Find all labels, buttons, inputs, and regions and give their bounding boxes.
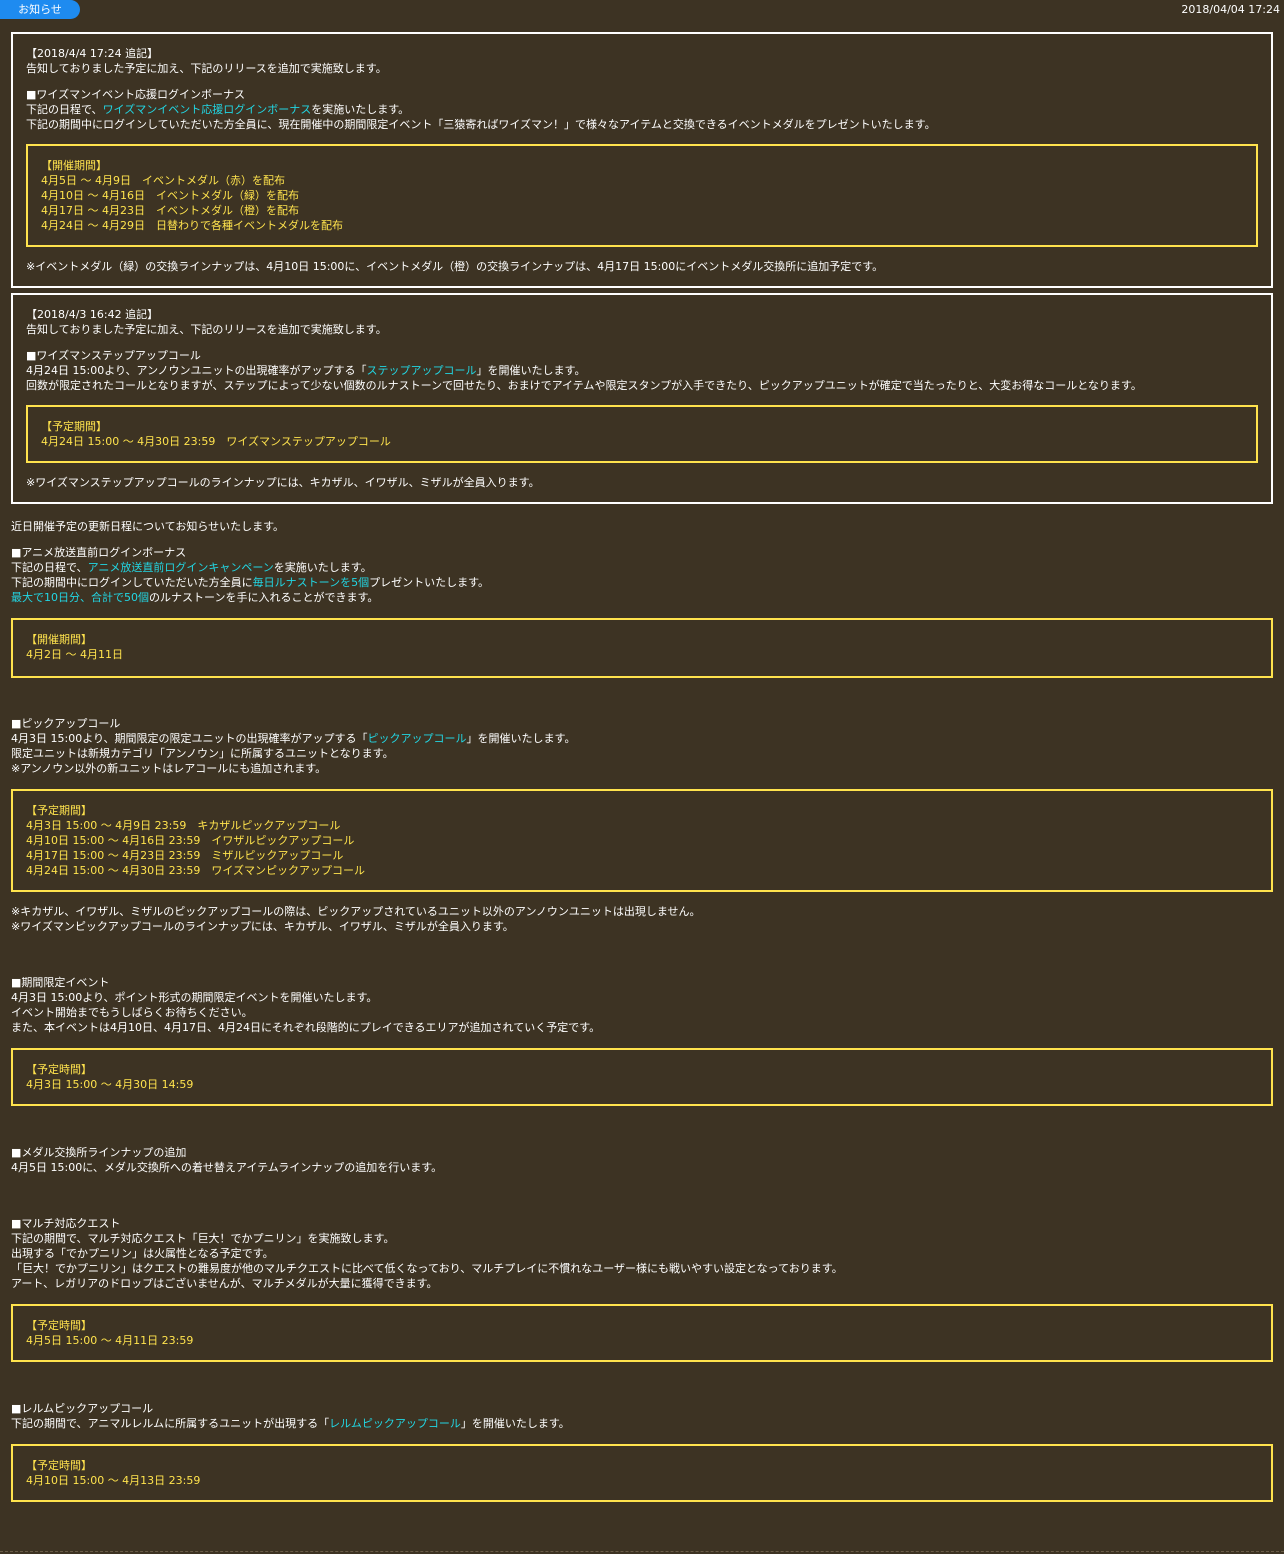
anime-login-campaign-link[interactable]: アニメ放送直前ログインキャンペーン [88,561,274,574]
section-note: ※ワイズマンピックアップコールのラインナップには、キカザル、イワザル、ミザルが全… [11,920,514,933]
update-intro: 告知しておりました予定に加え、下記のリリースを追加で実施致します。 [26,323,387,336]
bottom-divider [0,1551,1284,1552]
text-span: を実施いたします。 [311,103,410,116]
realm-pickup-call-link[interactable]: レルムピックアップコール [329,1417,461,1430]
section-line: 限定ユニットは新規カテゴリ「アンノウン」に所属するユニットとなります。 [11,747,394,760]
schedule-box: 【予定時間】 4月10日 15:00 ～ 4月13日 23:59 [11,1444,1273,1502]
section-heading: ■アニメ放送直前ログインボーナス [11,546,187,559]
section-line: 下記の期間中にログインしていただいた方全員に毎日ルナストーンを5個プレゼントいた… [11,575,1273,590]
section-line: また、本イベントは4月10日、4月17日、4月24日にそれぞれ段階的にプレイでき… [11,1021,601,1034]
notice-body: 【2018/4/4 17:24 追記】 告知しておりました予定に加え、下記のリリ… [11,32,1273,1502]
section-heading: ■レルムピックアップコール [11,1402,154,1415]
text-span: 4月3日 15:00より、期間限定の限定ユニットの出現確率がアップする「 [11,732,368,745]
section-line: 4月3日 15:00より、ポイント形式の期間限定イベントを開催いたします。 [11,991,378,1004]
schedule-line: 4月17日 ～ 4月23日 イベントメダル（橙）を配布 [41,204,299,217]
schedule-title: 【開催期間】 [41,159,107,172]
text-span: のルナストーンを手に入れることができます。 [149,591,379,604]
text-span: プレゼントいたします。 [369,576,490,589]
text-span: 下記の期間中にログインしていただいた方全員に [11,576,253,589]
wiseman-login-bonus-link[interactable]: ワイズマンイベント応援ログインボーナス [103,103,312,116]
schedule-title: 【予定期間】 [26,804,92,817]
pickup-call-link[interactable]: ピックアップコール [368,732,467,745]
update-line: 下記の日程で、ワイズマンイベント応援ログインボーナスを実施いたします。 [26,102,1258,117]
text-span: 」を開催いたします。 [476,364,586,377]
update-line: 下記の期間中にログインしていただいた方全員に、現在開催中の期間限定イベント「三猿… [26,118,936,131]
section-heading: ■期間限定イベント [11,976,110,989]
section-heading: ■ワイズマンイベント応援ログインボーナス [26,88,246,101]
section-line: 「巨大！でかプニリン」はクエストの難易度が他のマルチクエストに比べて低くなってお… [11,1262,843,1275]
post-date: 2018/04/04 17:24 [1181,3,1280,16]
schedule-box: 【予定期間】 4月3日 15:00 ～ 4月9日 23:59 キカザルピックアッ… [11,789,1273,892]
schedule-line: 4月24日 15:00 ～ 4月30日 23:59 ワイズマンピックアップコール [26,864,366,877]
section-heading: ■メダル交換所ラインナップの追加 [11,1146,187,1159]
text-span: 下記の日程で、 [26,103,103,116]
text-span: 」を開催いたします。 [466,732,576,745]
update-intro: 告知しておりました予定に加え、下記のリリースを追加で実施致します。 [26,62,387,75]
intro-text: 近日開催予定の更新日程についてお知らせいたします。 [11,520,285,533]
schedule-title: 【予定時間】 [26,1319,92,1332]
update-box-0403: 【2018/4/3 16:42 追記】 告知しておりました予定に加え、下記のリリ… [11,293,1273,504]
schedule-box: 【開催期間】 4月2日 ～ 4月11日 [11,618,1273,678]
section-line: 4月5日 15:00に、メダル交換所への着せ替えアイテムラインナップの追加を行い… [11,1161,443,1174]
schedule-title: 【予定期間】 [41,420,107,433]
top-bar: お知らせ 2018/04/04 17:24 [0,0,1284,22]
update-stamp: 【2018/4/3 16:42 追記】 [26,308,159,321]
text-span: を実施いたします。 [273,561,372,574]
schedule-box: 【開催期間】 4月5日 ～ 4月9日 イベントメダル（赤）を配布 4月10日 ～… [26,144,1258,247]
schedule-line: 4月5日 ～ 4月9日 イベントメダル（赤）を配布 [41,174,285,187]
section-note: ※キカザル、イワザル、ミザルのピックアップコールの際は、ピックアップされているユ… [11,905,701,918]
schedule-title: 【予定時間】 [26,1063,92,1076]
text-span: 下記の期間で、アニマルレルムに所属するユニットが出現する「 [11,1417,330,1430]
notice-badge[interactable]: お知らせ [0,0,80,19]
section-heading: ■マルチ対応クエスト [11,1217,121,1230]
section-line: 最大で10日分、合計で50個のルナストーンを手に入れることができます。 [11,590,1273,605]
section-line: 下記の期間で、アニマルレルムに所属するユニットが出現する「レルムピックアップコー… [11,1416,1273,1431]
schedule-box: 【予定時間】 4月3日 15:00 ～ 4月30日 14:59 [11,1048,1273,1106]
section-line: 下記の期間で、マルチ対応クエスト「巨大！でかプニリン」を実施致します。 [11,1232,395,1245]
schedule-title: 【開催期間】 [26,633,92,646]
update-line: 4月24日 15:00より、アンノウンユニットの出現確率がアップする「ステップア… [26,363,1258,378]
schedule-line: 4月10日 15:00 ～ 4月16日 23:59 イワザルピックアップコール [26,834,355,847]
schedule-line: 4月2日 ～ 4月11日 [26,648,123,661]
update-note: ※イベントメダル（緑）の交換ラインナップは、4月10日 15:00に、イベントメ… [26,260,884,273]
section-line: ※アンノウン以外の新ユニットはレアコールにも追加されます。 [11,762,327,775]
section-heading: ■ピックアップコール [11,717,121,730]
schedule-line: 4月17日 15:00 ～ 4月23日 23:59 ミザルピックアップコール [26,849,344,862]
highlight-text: 毎日ルナストーンを5個 [252,576,370,589]
schedule-title: 【予定時間】 [26,1459,92,1472]
update-note: ※ワイズマンステップアップコールのラインナップには、キカザル、イワザル、ミザルが… [26,476,540,489]
schedule-box: 【予定時間】 4月5日 15:00 ～ 4月11日 23:59 [11,1304,1273,1362]
schedule-line: 4月3日 15:00 ～ 4月30日 14:59 [26,1078,194,1091]
section-line: アート、レガリアのドロップはございませんが、マルチメダルが大量に獲得できます。 [11,1277,438,1290]
step-up-call-link[interactable]: ステップアップコール [367,364,477,377]
schedule-line: 4月5日 15:00 ～ 4月11日 23:59 [26,1334,194,1347]
schedule-line: 4月10日 ～ 4月16日 イベントメダル（緑）を配布 [41,189,299,202]
section-line: 下記の日程で、アニメ放送直前ログインキャンペーンを実施いたします。 [11,560,1273,575]
schedule-line: 4月10日 15:00 ～ 4月13日 23:59 [26,1474,201,1487]
text-span: 4月24日 15:00より、アンノウンユニットの出現確率がアップする「 [26,364,367,377]
schedule-line: 4月3日 15:00 ～ 4月9日 23:59 キカザルピックアップコール [26,819,341,832]
highlight-text: 最大で10日分、合計で50個 [11,591,149,604]
schedule-line: 4月24日 ～ 4月29日 日替わりで各種イベントメダルを配布 [41,219,343,232]
update-box-0404: 【2018/4/4 17:24 追記】 告知しておりました予定に加え、下記のリリ… [11,32,1273,288]
section-line: 出現する「でかプニリン」は火属性となる予定です。 [11,1247,274,1260]
section-heading: ■ワイズマンステップアップコール [26,349,201,362]
update-line: 回数が限定されたコールとなりますが、ステップによって少ない個数のルナストーンで回… [26,379,1142,392]
text-span: 下記の日程で、 [11,561,88,574]
schedule-box: 【予定期間】 4月24日 15:00 ～ 4月30日 23:59 ワイズマンステ… [26,405,1258,463]
schedule-line: 4月24日 15:00 ～ 4月30日 23:59 ワイズマンステップアップコー… [41,435,391,448]
update-stamp: 【2018/4/4 17:24 追記】 [26,47,159,60]
section-line: 4月3日 15:00より、期間限定の限定ユニットの出現確率がアップする「ピックア… [11,731,1273,746]
text-span: 」を開催いたします。 [460,1417,570,1430]
section-line: イベント開始までもうしばらくお待ちください。 [11,1006,253,1019]
